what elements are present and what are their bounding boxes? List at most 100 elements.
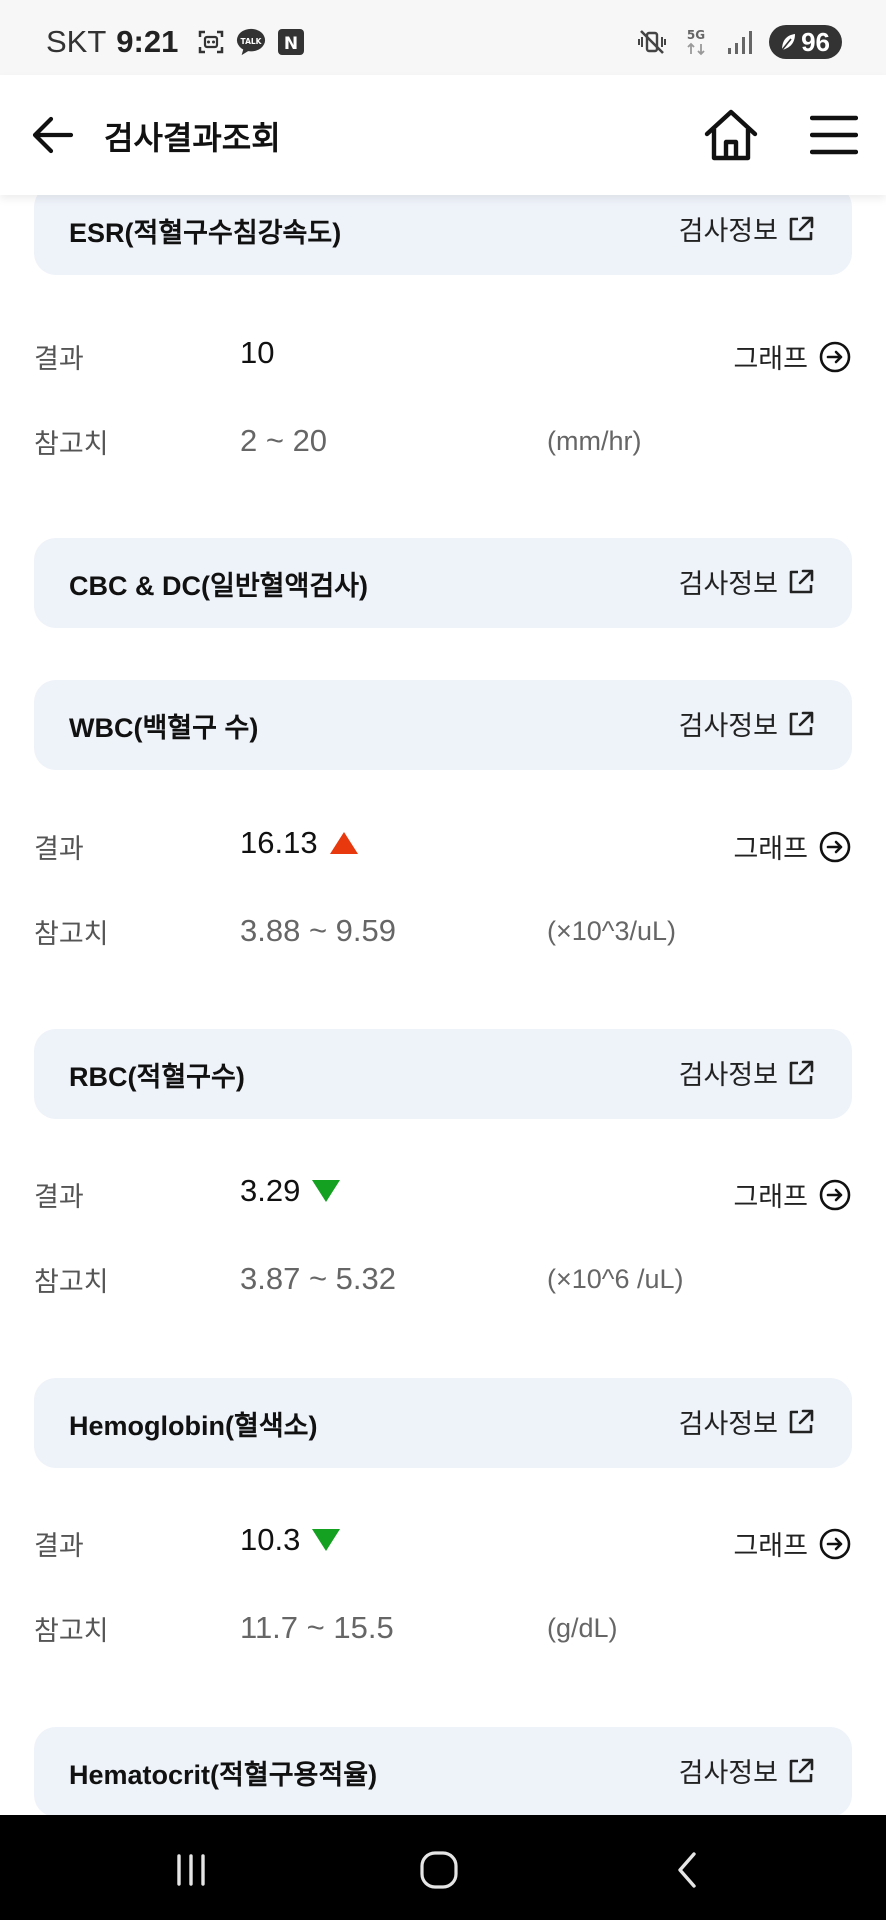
test-results-list: ESR(적혈구수침강속도) 검사정보 결과 10 그래프 참고치 2 ~ 20 … (0, 195, 886, 1815)
clock: 9:21 (116, 24, 179, 59)
test-title: Hematocrit(적혈구용적율) (69, 1760, 378, 1790)
arrow-circle-right-icon (819, 1179, 851, 1210)
5g-network-icon: 5G (681, 27, 711, 57)
external-link-icon (789, 569, 814, 593)
home-button[interactable] (700, 105, 762, 165)
test-info-label: 검사정보 (678, 216, 778, 246)
reference-label: 참고치 (34, 919, 109, 949)
test-info-label: 검사정보 (678, 1758, 778, 1788)
reference-label: 참고치 (34, 1267, 109, 1297)
battery-level: 96 (801, 26, 830, 57)
reference-unit: (mm/hr) (547, 426, 642, 456)
reference-range: 3.88 ~ 9.59 (240, 913, 396, 948)
reference-range: 2 ~ 20 (240, 423, 328, 458)
result-value: 16.13 (240, 825, 360, 861)
reference-label: 참고치 (34, 429, 109, 459)
test-card-hemoglobin: Hemoglobin(혈색소) 검사정보 (34, 1378, 852, 1468)
page-title: 검사결과조회 (104, 120, 281, 156)
reference-unit: (×10^3/uL) (547, 916, 677, 946)
low-arrow-icon (312, 1529, 341, 1551)
test-card-wbc: WBC(백혈구 수) 검사정보 (34, 680, 852, 770)
result-label: 결과 (34, 1182, 84, 1212)
reference-range: 3.87 ~ 5.32 (240, 1261, 396, 1296)
external-link-icon (789, 711, 814, 735)
test-info-button[interactable]: 검사정보 (679, 1751, 816, 1790)
graph-label: 그래프 (733, 1182, 808, 1212)
graph-button[interactable]: 그래프 (733, 1175, 852, 1214)
result-number: 10.3 (240, 1522, 301, 1557)
test-info-button[interactable]: 검사정보 (679, 704, 816, 743)
test-card-hematocrit: Hematocrit(적혈구용적율) 검사정보 (34, 1727, 852, 1815)
home-nav-button[interactable] (409, 1845, 469, 1895)
external-link-icon (789, 1409, 814, 1433)
reference-unit: (g/dL) (547, 1613, 618, 1643)
test-title: WBC(백혈구 수) (69, 713, 259, 743)
signal-icon (725, 27, 755, 57)
recent-apps-button[interactable] (161, 1845, 221, 1895)
back-nav-icon (678, 1852, 696, 1888)
graph-button[interactable]: 그래프 (733, 827, 852, 866)
test-title: Hemoglobin(혈색소) (69, 1411, 318, 1441)
graph-label: 그래프 (733, 834, 808, 864)
test-info-button[interactable]: 검사정보 (679, 1402, 816, 1441)
result-value: 3.29 (240, 1173, 342, 1209)
home-nav-icon (420, 1851, 458, 1889)
back-arrow-icon (32, 116, 74, 154)
external-link-icon (789, 1060, 814, 1084)
kakaotalk-icon: TALK (236, 27, 266, 57)
reference-unit: (×10^6 /uL) (547, 1264, 684, 1294)
graph-button[interactable]: 그래프 (733, 1524, 852, 1563)
network-label: 5G (687, 28, 705, 42)
test-card-rbc: RBC(적혈구수) 검사정보 (34, 1029, 852, 1119)
test-info-button[interactable]: 검사정보 (679, 209, 816, 248)
arrow-circle-right-icon (819, 831, 851, 862)
graph-label: 그래프 (733, 344, 808, 374)
status-bar: SKT 9:21 TALK N 5G 96 (0, 0, 886, 75)
external-link-icon (789, 1758, 814, 1782)
hamburger-menu-icon (810, 115, 858, 155)
external-link-icon (789, 216, 814, 240)
test-title: RBC(적혈구수) (69, 1062, 245, 1092)
high-arrow-icon (329, 832, 358, 854)
test-info-label: 검사정보 (678, 1060, 778, 1090)
test-title: CBC & DC(일반혈액검사) (69, 571, 369, 601)
screenshot-icon (196, 27, 226, 57)
naver-label: N (284, 34, 298, 54)
app-header: 검사결과조회 (0, 75, 886, 195)
battery-indicator: 96 (769, 25, 842, 59)
naver-icon: N (276, 27, 306, 57)
back-nav-button[interactable] (658, 1845, 718, 1895)
leaf-icon (781, 34, 796, 51)
talk-label: TALK (241, 37, 263, 46)
arrow-circle-right-icon (819, 1528, 851, 1559)
carrier-label: SKT (46, 24, 107, 59)
result-number: 10 (240, 335, 275, 370)
test-info-label: 검사정보 (678, 569, 778, 599)
back-button[interactable] (26, 109, 78, 161)
menu-button[interactable] (806, 107, 862, 163)
vibrate-mute-icon (637, 27, 667, 57)
result-number: 3.29 (240, 1173, 301, 1208)
home-icon (704, 109, 758, 161)
result-label: 결과 (34, 834, 84, 864)
recent-apps-icon (177, 1854, 205, 1886)
result-value: 10.3 (240, 1522, 342, 1558)
test-info-label: 검사정보 (678, 1409, 778, 1439)
result-label: 결과 (34, 1531, 84, 1561)
test-info-label: 검사정보 (678, 711, 778, 741)
graph-label: 그래프 (733, 1531, 808, 1561)
test-info-button[interactable]: 검사정보 (679, 562, 816, 601)
test-card-cbc: CBC & DC(일반혈액검사) 검사정보 (34, 538, 852, 628)
result-number: 16.13 (240, 825, 318, 860)
reference-range: 11.7 ~ 15.5 (240, 1610, 394, 1645)
test-title: ESR(적혈구수침강속도) (69, 218, 342, 248)
result-label: 결과 (34, 344, 84, 374)
test-card-esr: ESR(적혈구수침강속도) 검사정보 (34, 195, 852, 275)
system-nav-bar (0, 1815, 886, 1920)
test-info-button[interactable]: 검사정보 (679, 1053, 816, 1092)
graph-button[interactable]: 그래프 (733, 337, 852, 376)
reference-label: 참고치 (34, 1616, 109, 1646)
arrow-circle-right-icon (819, 341, 851, 372)
low-arrow-icon (312, 1180, 341, 1202)
result-value: 10 (240, 335, 274, 371)
